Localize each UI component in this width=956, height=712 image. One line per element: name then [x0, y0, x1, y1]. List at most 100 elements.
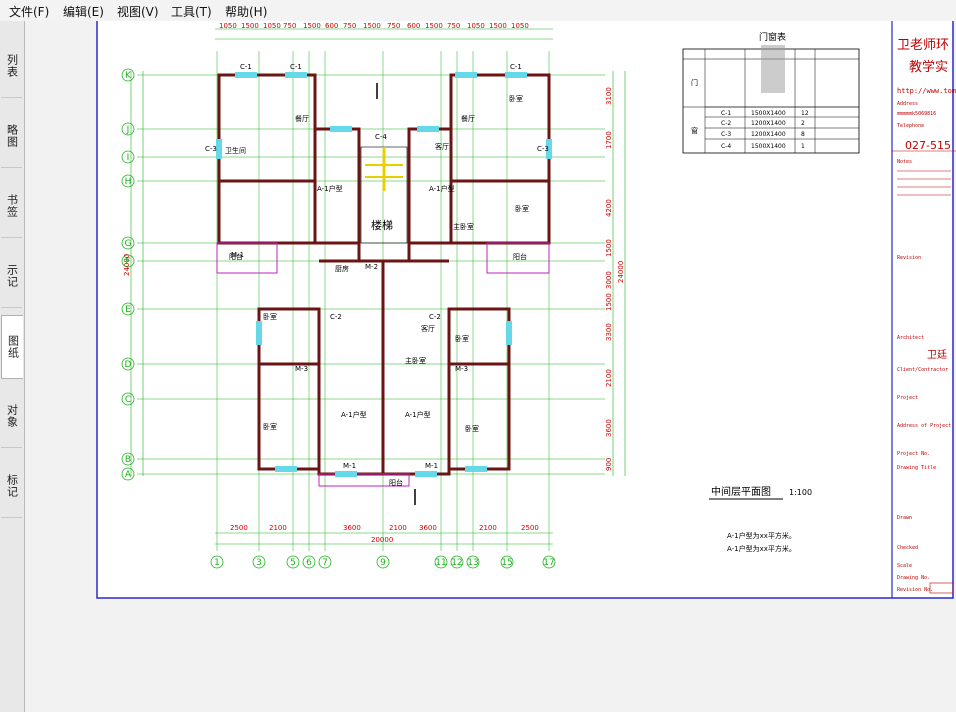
dim-text: 1500 [303, 22, 321, 30]
table-title: 门窗表 [759, 31, 786, 43]
axis-label: B [125, 455, 131, 465]
dim-text: 1500 [241, 22, 259, 30]
menu-tools[interactable]: 工具(T) [171, 3, 212, 20]
dim-text: 2100 [389, 524, 407, 532]
window-tag: C-1 [240, 63, 252, 71]
axis-label: E [125, 305, 131, 315]
room-label: 卫生间 [225, 146, 246, 155]
top-dimensions: 1050 1500 1050 750 1500 600 750 1500 750… [219, 22, 529, 30]
room-label: 餐厅 [295, 114, 309, 123]
axis-label: 1 [214, 558, 220, 568]
window-tag: C-1 [510, 63, 522, 71]
window-tag: M-1 [343, 462, 356, 470]
dim-text: 1050 [263, 22, 281, 30]
axis-label: 5 [290, 558, 296, 568]
table-group: 门 [691, 78, 698, 87]
room-label: 阳台 [513, 252, 527, 261]
menu-view[interactable]: 视图(V) [117, 3, 159, 20]
menu-file[interactable]: 文件(F) [9, 3, 49, 20]
company-email: mmmmmk5069816 [897, 111, 936, 117]
axis-label: 15 [501, 558, 512, 568]
drawing-sheet: 楼梯 A-1户型 A-1户型 A-1户型 A-1户型 卧室 卧室 客厅 客厅 卧… [96, 21, 956, 599]
tab-label: 对象 [5, 404, 19, 428]
tab-objects[interactable]: 对象 [1, 385, 22, 448]
dim-total: 20000 [371, 536, 393, 544]
drawing-title: 中间层平面图 [711, 485, 771, 498]
axis-label: D [125, 360, 132, 370]
window-tag: M-1 [425, 462, 438, 470]
dim-text: 3600 [605, 419, 613, 437]
drawing-viewport[interactable]: 楼梯 A-1户型 A-1户型 A-1户型 A-1户型 卧室 卧室 客厅 客厅 卧… [25, 21, 956, 712]
tab-bookmarks[interactable]: 书签 [1, 175, 22, 238]
tab-list[interactable]: 列表 [1, 35, 22, 98]
table-cell: 2 [801, 120, 805, 127]
tab-label: 列表 [5, 54, 19, 78]
room-label: 主卧室 [405, 356, 426, 365]
dim-right-total: 24000 [617, 261, 625, 283]
drawing-scale: 1:100 [789, 488, 812, 497]
dim-text: 1050 [511, 22, 529, 30]
dim-text: 3300 [605, 323, 613, 341]
company-phone: 027-515 [905, 139, 951, 152]
axis-label: 13 [467, 558, 478, 568]
field-label: Notes [897, 159, 912, 165]
tab-drawings[interactable]: 图纸 [1, 315, 23, 379]
room-label: 卧室 [455, 334, 469, 343]
dim-text: 2100 [479, 524, 497, 532]
field-label: Client/Contractor [897, 367, 948, 373]
table-cell: C-2 [721, 120, 731, 127]
room-label: 阳台 [389, 478, 403, 487]
room-label: 卧室 [515, 204, 529, 213]
axis-label: A [125, 470, 132, 480]
company-name: 卫老师环 [897, 38, 949, 53]
field-label: Architect [897, 335, 924, 341]
field-label: Drawing No. [897, 575, 930, 581]
unit-label: A-1户型 [317, 184, 343, 193]
side-tab-bar: 列表 略图 书签 示记 图纸 对象 标记 [0, 21, 25, 712]
axis-label: 11 [435, 558, 446, 568]
room-label: 客厅 [421, 324, 435, 333]
menu-bar: 文件(F) 编辑(E) 视图(V) 工具(T) 帮助(H) [0, 0, 956, 22]
company-name: 教学实 [909, 59, 948, 75]
tab-thumbnails[interactable]: 略图 [1, 105, 22, 168]
dim-text: 750 [387, 22, 400, 30]
dim-text: 1700 [605, 131, 613, 149]
field-label: Revision [897, 255, 921, 261]
axis-label: 6 [306, 558, 312, 568]
unit-label: A-1户型 [429, 184, 455, 193]
tab-annotations[interactable]: 标记 [1, 455, 22, 518]
dim-text: 600 [325, 22, 338, 30]
dim-text: 750 [447, 22, 460, 30]
company-url: http://www.tome [897, 87, 956, 95]
table-cell: C-3 [721, 131, 731, 138]
room-label: 主卧室 [453, 222, 474, 231]
axis-label: I [127, 153, 130, 163]
tab-label: 图纸 [6, 335, 20, 359]
blurred-cell [761, 45, 785, 93]
window-tag: C-3 [537, 145, 549, 153]
window-tag: M-3 [295, 365, 308, 373]
menu-help[interactable]: 帮助(H) [225, 3, 267, 20]
dim-text: 2500 [521, 524, 539, 532]
table-cell: 1500X1400 [751, 143, 786, 150]
table-cell: 1200X1400 [751, 120, 786, 127]
window-tag: C-3 [205, 145, 217, 153]
tab-label: 标记 [5, 474, 19, 498]
axis-label: C [125, 395, 131, 405]
tab-label: 书签 [5, 194, 19, 218]
dim-text: 3600 [343, 524, 361, 532]
window-tag: M-1 [231, 251, 244, 259]
field-label: Drawing Title [897, 465, 936, 471]
room-label: 餐厅 [461, 114, 475, 123]
tab-markers[interactable]: 示记 [1, 245, 22, 308]
dim-text: 3100 [605, 87, 613, 105]
dim-text: 1500 [605, 293, 613, 311]
room-label: 卧室 [465, 424, 479, 433]
drawing-note: A-1户型为xx平方米。 [727, 531, 796, 540]
axis-label: 9 [380, 558, 386, 568]
address-label: Address [897, 101, 918, 107]
menu-edit[interactable]: 编辑(E) [63, 3, 104, 20]
window-tag: M-2 [365, 263, 378, 271]
dim-text: 1050 [467, 22, 485, 30]
dim-text: 1500 [363, 22, 381, 30]
